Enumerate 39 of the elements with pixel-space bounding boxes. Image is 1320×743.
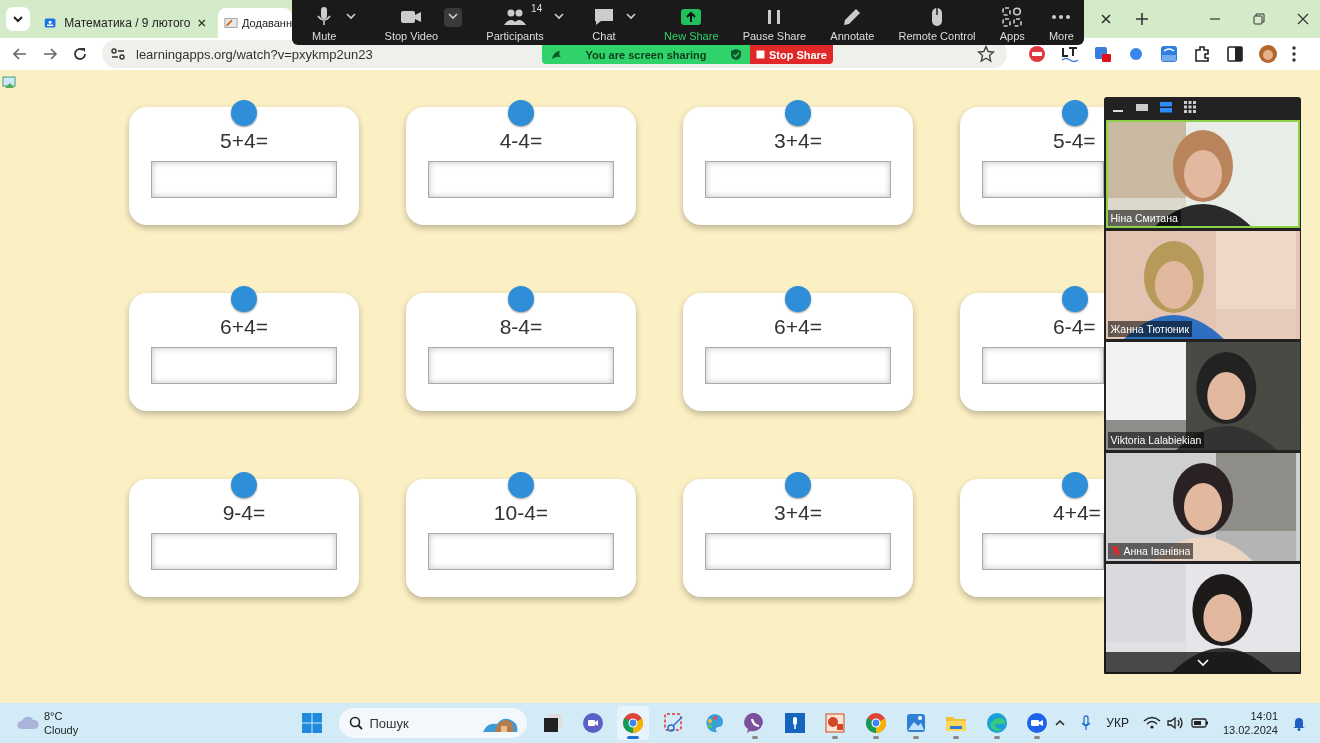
tab-title: Математика / 9 лютого — [64, 16, 191, 30]
browser-tab[interactable]: Математика / 9 лютого — [32, 8, 218, 38]
question-text: 10-4= — [493, 501, 549, 525]
toolbar-button[interactable]: Chat — [591, 3, 616, 42]
toolbar-button[interactable]: New Share — [664, 3, 719, 42]
toolbar-button[interactable]: Mute — [312, 3, 337, 42]
participant-name: Жанна Тютюник — [1110, 323, 1190, 335]
weather-text: Cloudy — [44, 723, 79, 737]
toolbar-button[interactable]: More — [1048, 3, 1074, 42]
stop-share-button[interactable]: Stop Share — [750, 45, 833, 64]
question-text: 4+4= — [1053, 501, 1101, 525]
language-indicator[interactable]: УКР — [1106, 716, 1129, 730]
sharing-banner: You are screen sharing — [542, 45, 750, 64]
clock-date[interactable]: 13.02.2024 — [1222, 723, 1278, 737]
question-text: 5-4= — [1053, 129, 1096, 153]
toolbar-button[interactable]: Apps — [999, 3, 1025, 42]
question-text: 3+4= — [774, 501, 822, 525]
participant-name: Viktoria Lalabiekian — [1110, 434, 1202, 446]
question-text: 6+4= — [220, 315, 268, 339]
question-text: 3+4= — [774, 129, 822, 153]
participant-count: 14 — [531, 2, 543, 14]
question-text: 6-4= — [1053, 315, 1096, 339]
toolbar-button[interactable]: Remote Control — [898, 3, 976, 42]
toolbar-button[interactable]: Pause Share — [742, 3, 807, 42]
temperature-text: 8°C — [44, 709, 64, 723]
toolbar-button[interactable]: Annotate — [830, 3, 875, 42]
toolbar-button[interactable]: 14 Participants — [486, 3, 544, 42]
question-text: 6+4= — [774, 315, 822, 339]
question-text: 8-4= — [499, 315, 543, 339]
tab-title: Додаванн — [242, 17, 292, 29]
toolbar-button[interactable]: Stop Video — [384, 3, 439, 42]
question-text: 9-4= — [222, 501, 266, 525]
question-text: 4-4= — [499, 129, 543, 153]
question-text: 5+4= — [220, 129, 268, 153]
participant-name: Анна Іванівна — [1123, 545, 1191, 557]
clock-time[interactable]: 14:01 — [1250, 709, 1278, 723]
browser-tab[interactable]: Додаванн — [218, 8, 292, 38]
participant-name: Ніна Смитана — [1110, 212, 1178, 224]
search-field[interactable]: Пошук — [339, 708, 528, 738]
